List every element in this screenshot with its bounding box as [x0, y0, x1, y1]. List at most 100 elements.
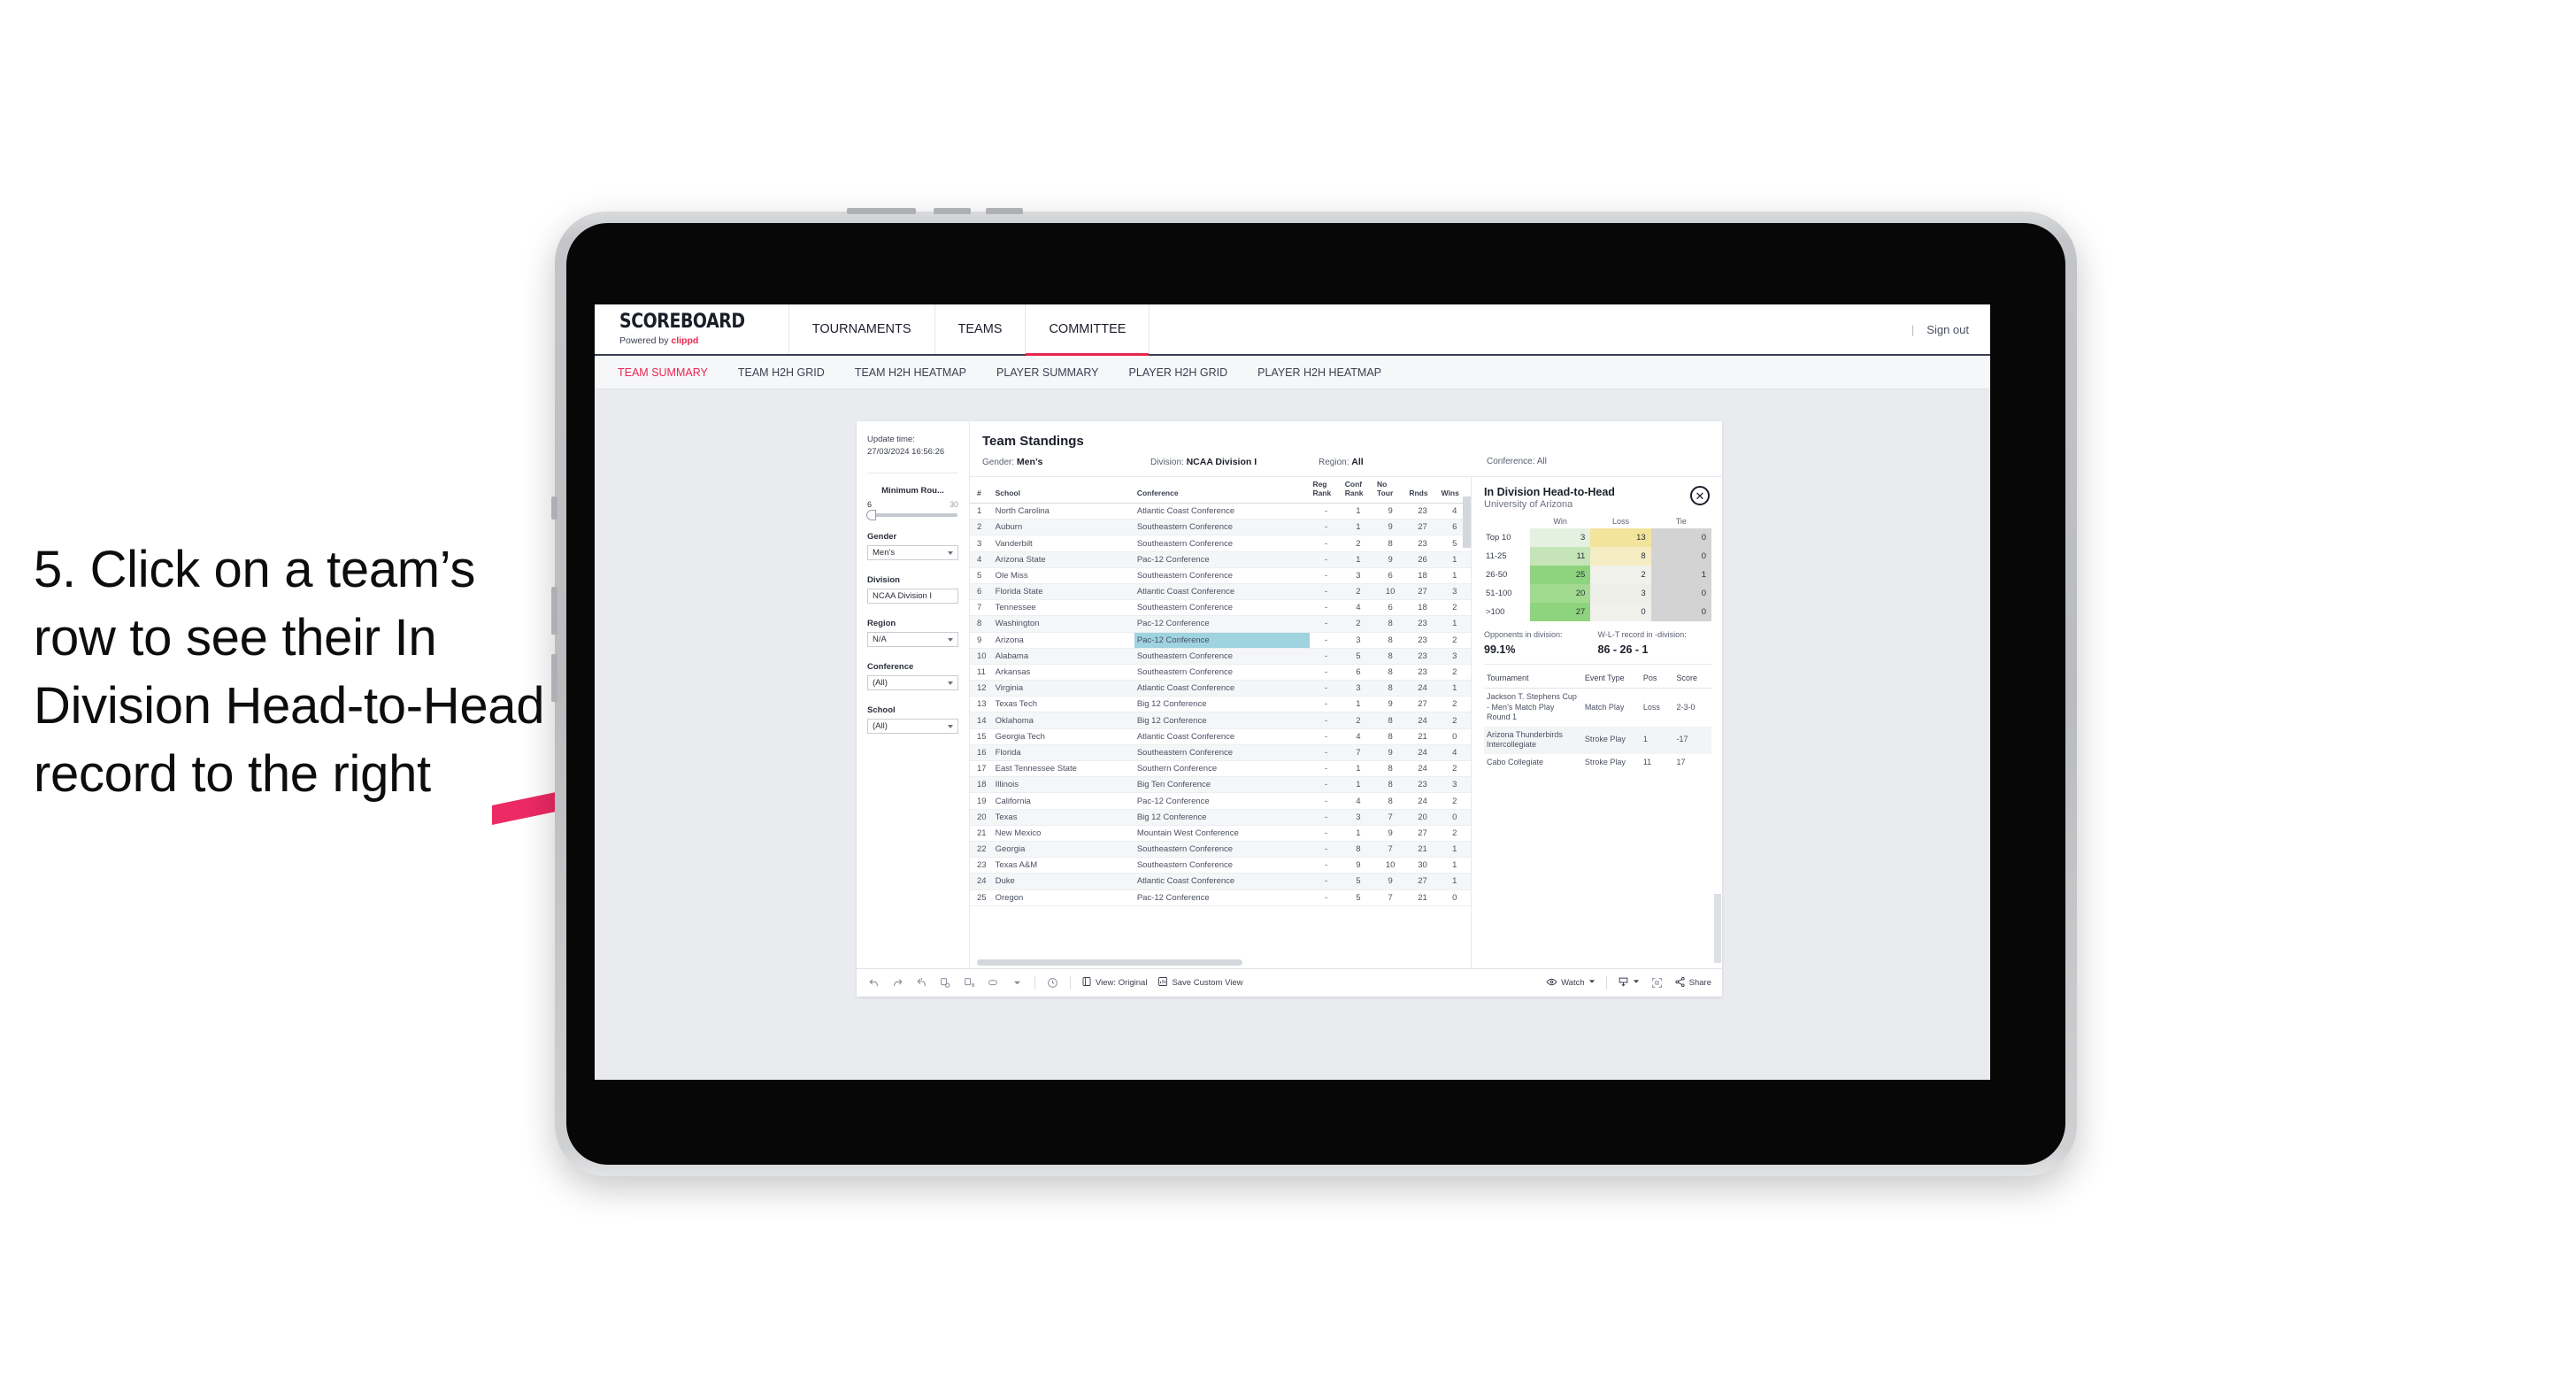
topnav-tournaments[interactable]: TOURNAMENTS: [789, 304, 935, 354]
cell-rank: 9: [970, 631, 993, 649]
table-row[interactable]: 5 Ole Miss Southeastern Conference -3 6 18 1: [970, 567, 1471, 584]
col-reg-rank[interactable]: Reg Rank: [1310, 477, 1342, 504]
clock-icon[interactable]: [1046, 976, 1059, 989]
region-select[interactable]: N/A: [867, 631, 958, 647]
standings-horizontal-scrollbar[interactable]: [977, 959, 1242, 966]
table-row[interactable]: 21 New Mexico Mountain West Conference -1 9 2…: [970, 825, 1471, 842]
slider-handle[interactable]: [866, 509, 876, 520]
tournament-vertical-scrollbar[interactable]: [1714, 894, 1721, 963]
table-row[interactable]: 20 Texas Big 12 Conference -3 7 20 0: [970, 809, 1471, 826]
update-time: Update time: 27/03/2024 16:56:26: [867, 434, 958, 458]
filter-sidebar: Update time: 27/03/2024 16:56:26 Minimum…: [857, 421, 970, 968]
subnav-player-h2h-grid[interactable]: PLAYER H2H GRID: [1129, 366, 1228, 379]
save-view-icon: [1157, 976, 1168, 989]
topnav-teams[interactable]: TEAMS: [935, 304, 1027, 354]
table-row[interactable]: 25 Oregon Pac-12 Conference -5 7 21 0: [970, 889, 1471, 906]
col-rnds[interactable]: Rnds: [1406, 477, 1439, 504]
filter-divider: [867, 472, 958, 474]
device-button: [551, 497, 557, 520]
h2h-loss-cell: 3: [1590, 584, 1651, 603]
signout-area: | Sign out: [1911, 304, 1990, 354]
revert-icon[interactable]: [915, 976, 928, 989]
conference-select[interactable]: (All): [867, 674, 958, 690]
subnav-team-h2h-heatmap[interactable]: TEAM H2H HEATMAP: [855, 366, 966, 379]
col-conf-rank[interactable]: Conf Rank: [1342, 477, 1375, 504]
h2h-subtitle: University of Arizona: [1484, 499, 1573, 510]
cell-rnds: 21: [1406, 841, 1439, 859]
standings-vertical-scrollbar[interactable]: [1463, 497, 1471, 548]
subfilter-division-value: NCAA Division I: [1186, 457, 1257, 467]
table-row[interactable]: 23 Texas A&M Southeastern Conference -9 10 30…: [970, 857, 1471, 874]
gender-select[interactable]: Men’s: [867, 544, 958, 560]
table-row[interactable]: 1 North Carolina Atlantic Coast Conference…: [970, 503, 1471, 520]
table-row[interactable]: 9 Arizona Pac-12 Conference -3 8 23 2: [970, 631, 1471, 649]
col-school[interactable]: School: [992, 477, 1134, 504]
table-row[interactable]: 24 Duke Atlantic Coast Conference -5 9 27 1: [970, 873, 1471, 890]
table-row[interactable]: 4 Arizona State Pac-12 Conference -1 9 26 1: [970, 551, 1471, 568]
table-row[interactable]: 15 Georgia Tech Atlantic Coast Conference -…: [970, 728, 1471, 745]
standings-scroll-area[interactable]: # School Conference Reg Rank Conf Rank N…: [970, 477, 1471, 968]
pause-updates-icon[interactable]: [963, 976, 976, 989]
table-row[interactable]: 18 Illinois Big Ten Conference -1 8 23 3: [970, 776, 1471, 794]
division-filter: Division NCAA Division I: [867, 575, 958, 604]
table-row[interactable]: 19 California Pac-12 Conference -4 8 24 2: [970, 792, 1471, 810]
watch-button[interactable]: Watch: [1546, 976, 1596, 990]
slider-track[interactable]: [866, 509, 957, 520]
h2h-loss-cell: 0: [1590, 603, 1651, 621]
signout-link[interactable]: Sign out: [1926, 323, 1969, 336]
cell-reg-rank: -: [1310, 873, 1342, 890]
table-row[interactable]: 6 Florida State Atlantic Coast Conference -…: [970, 583, 1471, 601]
refresh-data-icon[interactable]: [939, 976, 952, 989]
topnav-committee[interactable]: COMMITTEE: [1026, 304, 1150, 356]
table-row[interactable]: 7 Tennessee Southeastern Conference -4 6 18 2: [970, 599, 1471, 617]
subfilter-region-value: All: [1351, 457, 1364, 467]
cell-reg-rank: -: [1310, 744, 1342, 762]
division-select-value: NCAA Division I: [873, 590, 933, 601]
subnav-player-h2h-heatmap[interactable]: PLAYER H2H HEATMAP: [1257, 366, 1381, 379]
download-button[interactable]: [1618, 976, 1640, 990]
cell-rank: 21: [970, 825, 993, 842]
cell-reg-rank: -: [1310, 519, 1342, 536]
tournament-row[interactable]: Jackson T. Stephens Cup - Men’s Match Pl…: [1484, 689, 1711, 727]
col-no-tour[interactable]: No Tour: [1374, 477, 1407, 504]
table-row[interactable]: 8 Washington Pac-12 Conference -2 8 23 1: [970, 615, 1471, 633]
col-conference[interactable]: Conference: [1134, 477, 1311, 504]
cell-rnds: 21: [1406, 728, 1439, 745]
tournament-row[interactable]: Cabo Collegiate Stroke Play 11 17: [1484, 754, 1711, 772]
cell-rank: 6: [970, 583, 993, 601]
col-rank[interactable]: #: [970, 477, 993, 504]
table-row[interactable]: 17 East Tennessee State Southern Conferenc…: [970, 760, 1471, 778]
view-original-button[interactable]: View: Original: [1081, 976, 1147, 989]
chevron-down-icon[interactable]: [1011, 976, 1024, 989]
tournament-row[interactable]: Arizona Thunderbirds Intercollegiate Stro…: [1484, 726, 1711, 754]
undo-icon[interactable]: [867, 976, 880, 989]
division-select[interactable]: NCAA Division I: [867, 588, 958, 604]
toolbar-divider: [1070, 976, 1071, 989]
view-shape-icon[interactable]: [987, 976, 1000, 989]
fullscreen-icon[interactable]: [1650, 976, 1664, 989]
cell-rnds: 21: [1406, 889, 1439, 906]
close-icon[interactable]: ✕: [1690, 486, 1710, 505]
table-row[interactable]: 10 Alabama Southeastern Conference -5 8 23 3: [970, 648, 1471, 665]
stat-wlt-value: 86 - 26 - 1: [1597, 643, 1649, 656]
cell-rank: 10: [970, 648, 993, 665]
table-row[interactable]: 3 Vanderbilt Southeastern Conference -2 8 23 5: [970, 535, 1471, 552]
table-row[interactable]: 11 Arkansas Southeastern Conference -6 8 23 2: [970, 664, 1471, 681]
school-select[interactable]: (All): [867, 718, 958, 734]
subnav-player-summary[interactable]: PLAYER SUMMARY: [996, 366, 1099, 379]
redo-icon[interactable]: [891, 976, 904, 989]
visualization-body: Update time: 27/03/2024 16:56:26 Minimum…: [857, 421, 1722, 968]
active-filter-summary: Gender: Men’s Division: NCAA Division I …: [970, 449, 1722, 477]
table-row[interactable]: 13 Texas Tech Big 12 Conference -1 9 27 2: [970, 696, 1471, 713]
share-button[interactable]: Share: [1674, 976, 1711, 990]
table-row[interactable]: 12 Virginia Atlantic Coast Conference -3 8 24…: [970, 680, 1471, 697]
subfilter-gender-value: Men’s: [1016, 457, 1043, 467]
save-custom-view-button[interactable]: Save Custom View: [1157, 976, 1243, 989]
table-row[interactable]: 22 Georgia Southeastern Conference -8 7 21 1: [970, 841, 1471, 859]
table-row[interactable]: 16 Florida Southeastern Conference -7 9 24 4: [970, 744, 1471, 762]
table-row[interactable]: 14 Oklahoma Big 12 Conference -2 8 24 2: [970, 712, 1471, 729]
table-row[interactable]: 2 Auburn Southeastern Conference -1 9 27 6: [970, 519, 1471, 536]
subnav-team-summary[interactable]: TEAM SUMMARY: [618, 366, 708, 379]
brand-logo[interactable]: SCOREBOARD Powered by clippd: [595, 304, 789, 354]
subnav-team-h2h-grid[interactable]: TEAM H2H GRID: [738, 366, 825, 379]
